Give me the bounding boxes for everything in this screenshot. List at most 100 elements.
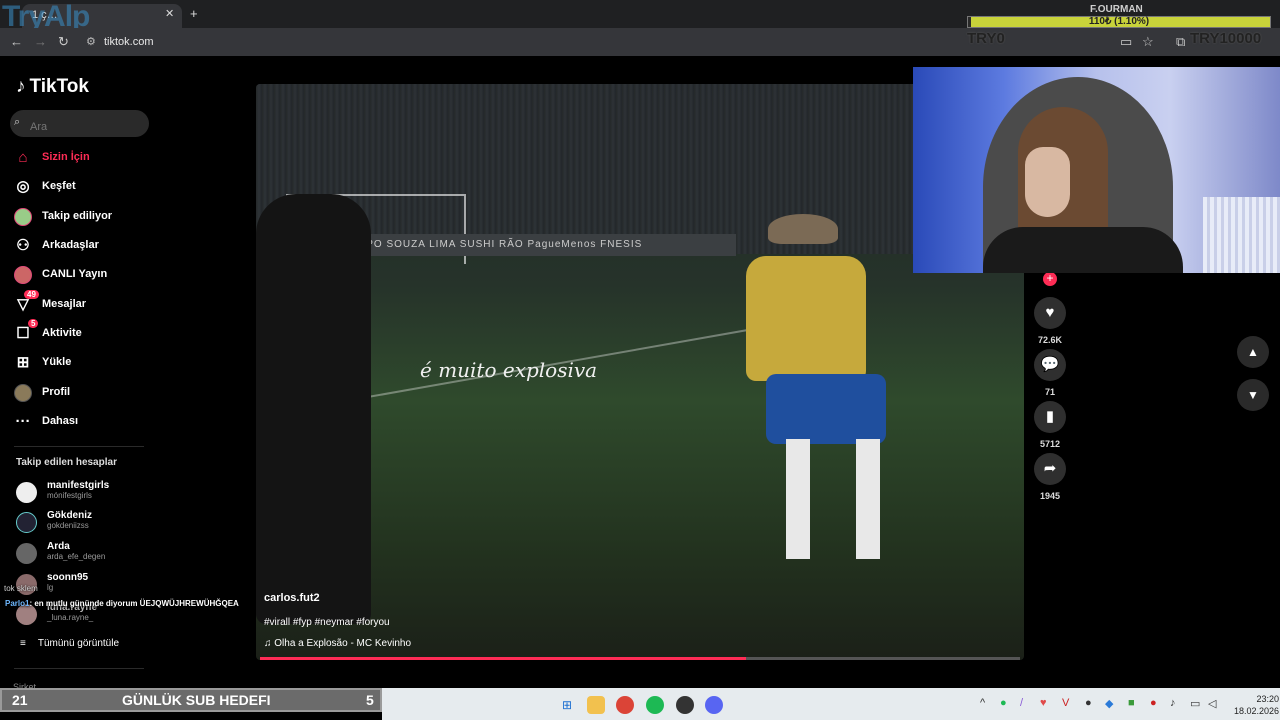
forward-icon[interactable]: →: [34, 34, 47, 49]
tray-v-icon[interactable]: V: [1062, 697, 1069, 709]
tiktok-logo[interactable]: ♪ TikTok: [16, 76, 89, 98]
chevron-down-icon[interactable]: ▼: [1237, 379, 1269, 411]
nav-live[interactable]: CANLI Yayın: [14, 263, 144, 287]
site-info-icon[interactable]: ⚙: [86, 35, 96, 48]
following-section-title: Takip edilen hesaplar: [16, 457, 117, 468]
like-action[interactable]: ♥ 72.6K: [1034, 297, 1066, 345]
more-icon: ···: [15, 413, 31, 430]
nav-more[interactable]: ··· Dahası: [14, 410, 144, 434]
nav-for-you[interactable]: ⌂ Sizin İçin: [14, 146, 144, 170]
tray-chevron-icon[interactable]: ^: [980, 697, 985, 709]
player-main: [746, 214, 886, 574]
account-avatar: [16, 543, 37, 564]
bookmark-icon[interactable]: ▮: [1034, 401, 1066, 433]
tray-spotify-icon[interactable]: ●: [1000, 697, 1007, 709]
account-avatar: [16, 482, 37, 503]
tab-close-icon[interactable]: ✕: [165, 7, 174, 20]
list-icon: ≡: [20, 638, 26, 649]
nav-label: Takip ediliyor: [42, 210, 113, 222]
profile-avatar-icon: [14, 384, 32, 402]
sidebar-divider: [14, 446, 144, 447]
chevron-up-icon[interactable]: ▲: [1237, 336, 1269, 368]
nav-profile[interactable]: Profil: [14, 381, 144, 405]
following-avatar-icon: [14, 208, 32, 226]
webcam-overlay: [913, 67, 1280, 273]
friends-icon: ⚇: [16, 237, 30, 254]
sub-goal-target: 5: [366, 692, 374, 708]
video-music[interactable]: ♫ Olha a Explosão - MC Kevinho: [264, 638, 411, 649]
video-progress-fill: [260, 657, 747, 660]
back-icon[interactable]: ←: [10, 34, 23, 49]
chat-user: Parlo1: [5, 599, 30, 608]
volume-icon[interactable]: ◁: [1208, 697, 1216, 710]
account-handle: mónifestgirls: [47, 491, 92, 500]
comment-icon[interactable]: 💬: [1034, 349, 1066, 381]
tray-heart-icon[interactable]: ♥: [1040, 697, 1047, 709]
webcam-face: [1025, 147, 1070, 217]
tray-record-icon[interactable]: ●: [1150, 697, 1157, 709]
tray-shield-icon[interactable]: ◆: [1105, 697, 1113, 710]
extensions-icon[interactable]: ⧉: [1176, 34, 1185, 50]
account-name: Gökdeniz: [47, 510, 93, 521]
tray-pen-icon[interactable]: /: [1020, 697, 1023, 709]
tiktok-logo-text: TikTok: [29, 76, 89, 97]
video-hashtags[interactable]: #virall #fyp #neymar #foryou: [264, 617, 390, 628]
nav-activity[interactable]: ☐ 5 Aktivite: [14, 319, 144, 346]
spotify-icon[interactable]: [646, 696, 664, 714]
account-avatar: [16, 512, 37, 533]
see-all-link[interactable]: ≡ Tümünü görüntüle: [20, 638, 131, 649]
taskbar-clock[interactable]: 23:20 18.02.2026: [1234, 693, 1279, 717]
video-caption-overlay: é muito explosiva: [420, 358, 598, 382]
share-icon[interactable]: ➦: [1034, 453, 1066, 485]
nav-label: CANLI Yayın: [42, 268, 108, 280]
windows-start-icon[interactable]: ⊞: [558, 696, 576, 714]
new-tab-icon[interactable]: +: [190, 6, 198, 21]
video-progress-bar[interactable]: [260, 657, 1020, 660]
donation-title: F.OURMAN: [1090, 4, 1143, 15]
reload-icon[interactable]: ↻: [58, 34, 69, 50]
following-account[interactable]: manifestgirls mónifestgirls: [16, 480, 146, 508]
upload-icon: ⊞: [16, 354, 30, 371]
stadium-adboard: GRUPO SOUZA LIMA SUSHI RÃO PagueMenos FN…: [336, 234, 736, 256]
player-shorts: [766, 374, 886, 444]
webcam-radiator: [1203, 197, 1280, 273]
network-icon[interactable]: ▭: [1190, 697, 1200, 710]
following-account[interactable]: Arda arda_efe_degen: [16, 541, 146, 569]
microphone-icon[interactable]: ♪: [1170, 697, 1176, 709]
sidebar-divider: [14, 668, 144, 669]
account-handle: _luna.rayne_: [47, 613, 94, 622]
nav-label: Arkadaşlar: [42, 239, 99, 251]
music-note-icon: ♫: [264, 638, 275, 649]
follow-plus-icon[interactable]: +: [1043, 272, 1057, 286]
player-hat: [768, 214, 838, 244]
nav-explore[interactable]: ◎ Keşfet: [14, 175, 144, 199]
nav-messages[interactable]: ▽ 49 Mesajlar: [14, 290, 144, 317]
messages-badge: 49: [24, 290, 39, 299]
file-explorer-icon[interactable]: [587, 696, 605, 714]
discord-icon[interactable]: [705, 696, 723, 714]
nav-friends[interactable]: ⚇ Arkadaşlar: [14, 234, 144, 258]
cast-icon[interactable]: ▭: [1120, 34, 1132, 50]
url-text[interactable]: tiktok.com: [104, 36, 154, 48]
nav-label: Dahası: [42, 415, 79, 427]
sub-goal-bar: 21 GÜNLÜK SUB HEDEFI 5: [0, 688, 382, 712]
share-action[interactable]: ➦ 1945: [1034, 453, 1066, 501]
tray-g-icon[interactable]: ●: [1085, 697, 1092, 709]
following-account[interactable]: Gökdeniz gokdeniizss: [16, 510, 146, 538]
nav-following[interactable]: Takip ediliyor: [14, 205, 144, 229]
home-icon: ⌂: [18, 149, 28, 166]
bookmark-star-icon[interactable]: ☆: [1142, 34, 1154, 50]
comment-action[interactable]: 💬 71: [1034, 349, 1066, 397]
search-input[interactable]: [10, 110, 149, 137]
heart-icon[interactable]: ♥: [1034, 297, 1066, 329]
chrome-icon[interactable]: [616, 696, 634, 714]
comment-count: 71: [1044, 387, 1055, 397]
donation-progress-text: 110₺ (1.10%): [1088, 16, 1150, 27]
save-action[interactable]: ▮ 5712: [1034, 401, 1066, 449]
obs-icon[interactable]: [676, 696, 694, 714]
nav-upload[interactable]: ⊞ Yükle: [14, 351, 144, 375]
donation-progress-bar: 110₺ (1.10%): [967, 16, 1271, 28]
video-author[interactable]: carlos.fut2: [264, 592, 320, 604]
tray-app-icon[interactable]: ■: [1128, 697, 1135, 709]
video-player[interactable]: GRUPO SOUZA LIMA SUSHI RÃO PagueMenos FN…: [256, 84, 1024, 660]
